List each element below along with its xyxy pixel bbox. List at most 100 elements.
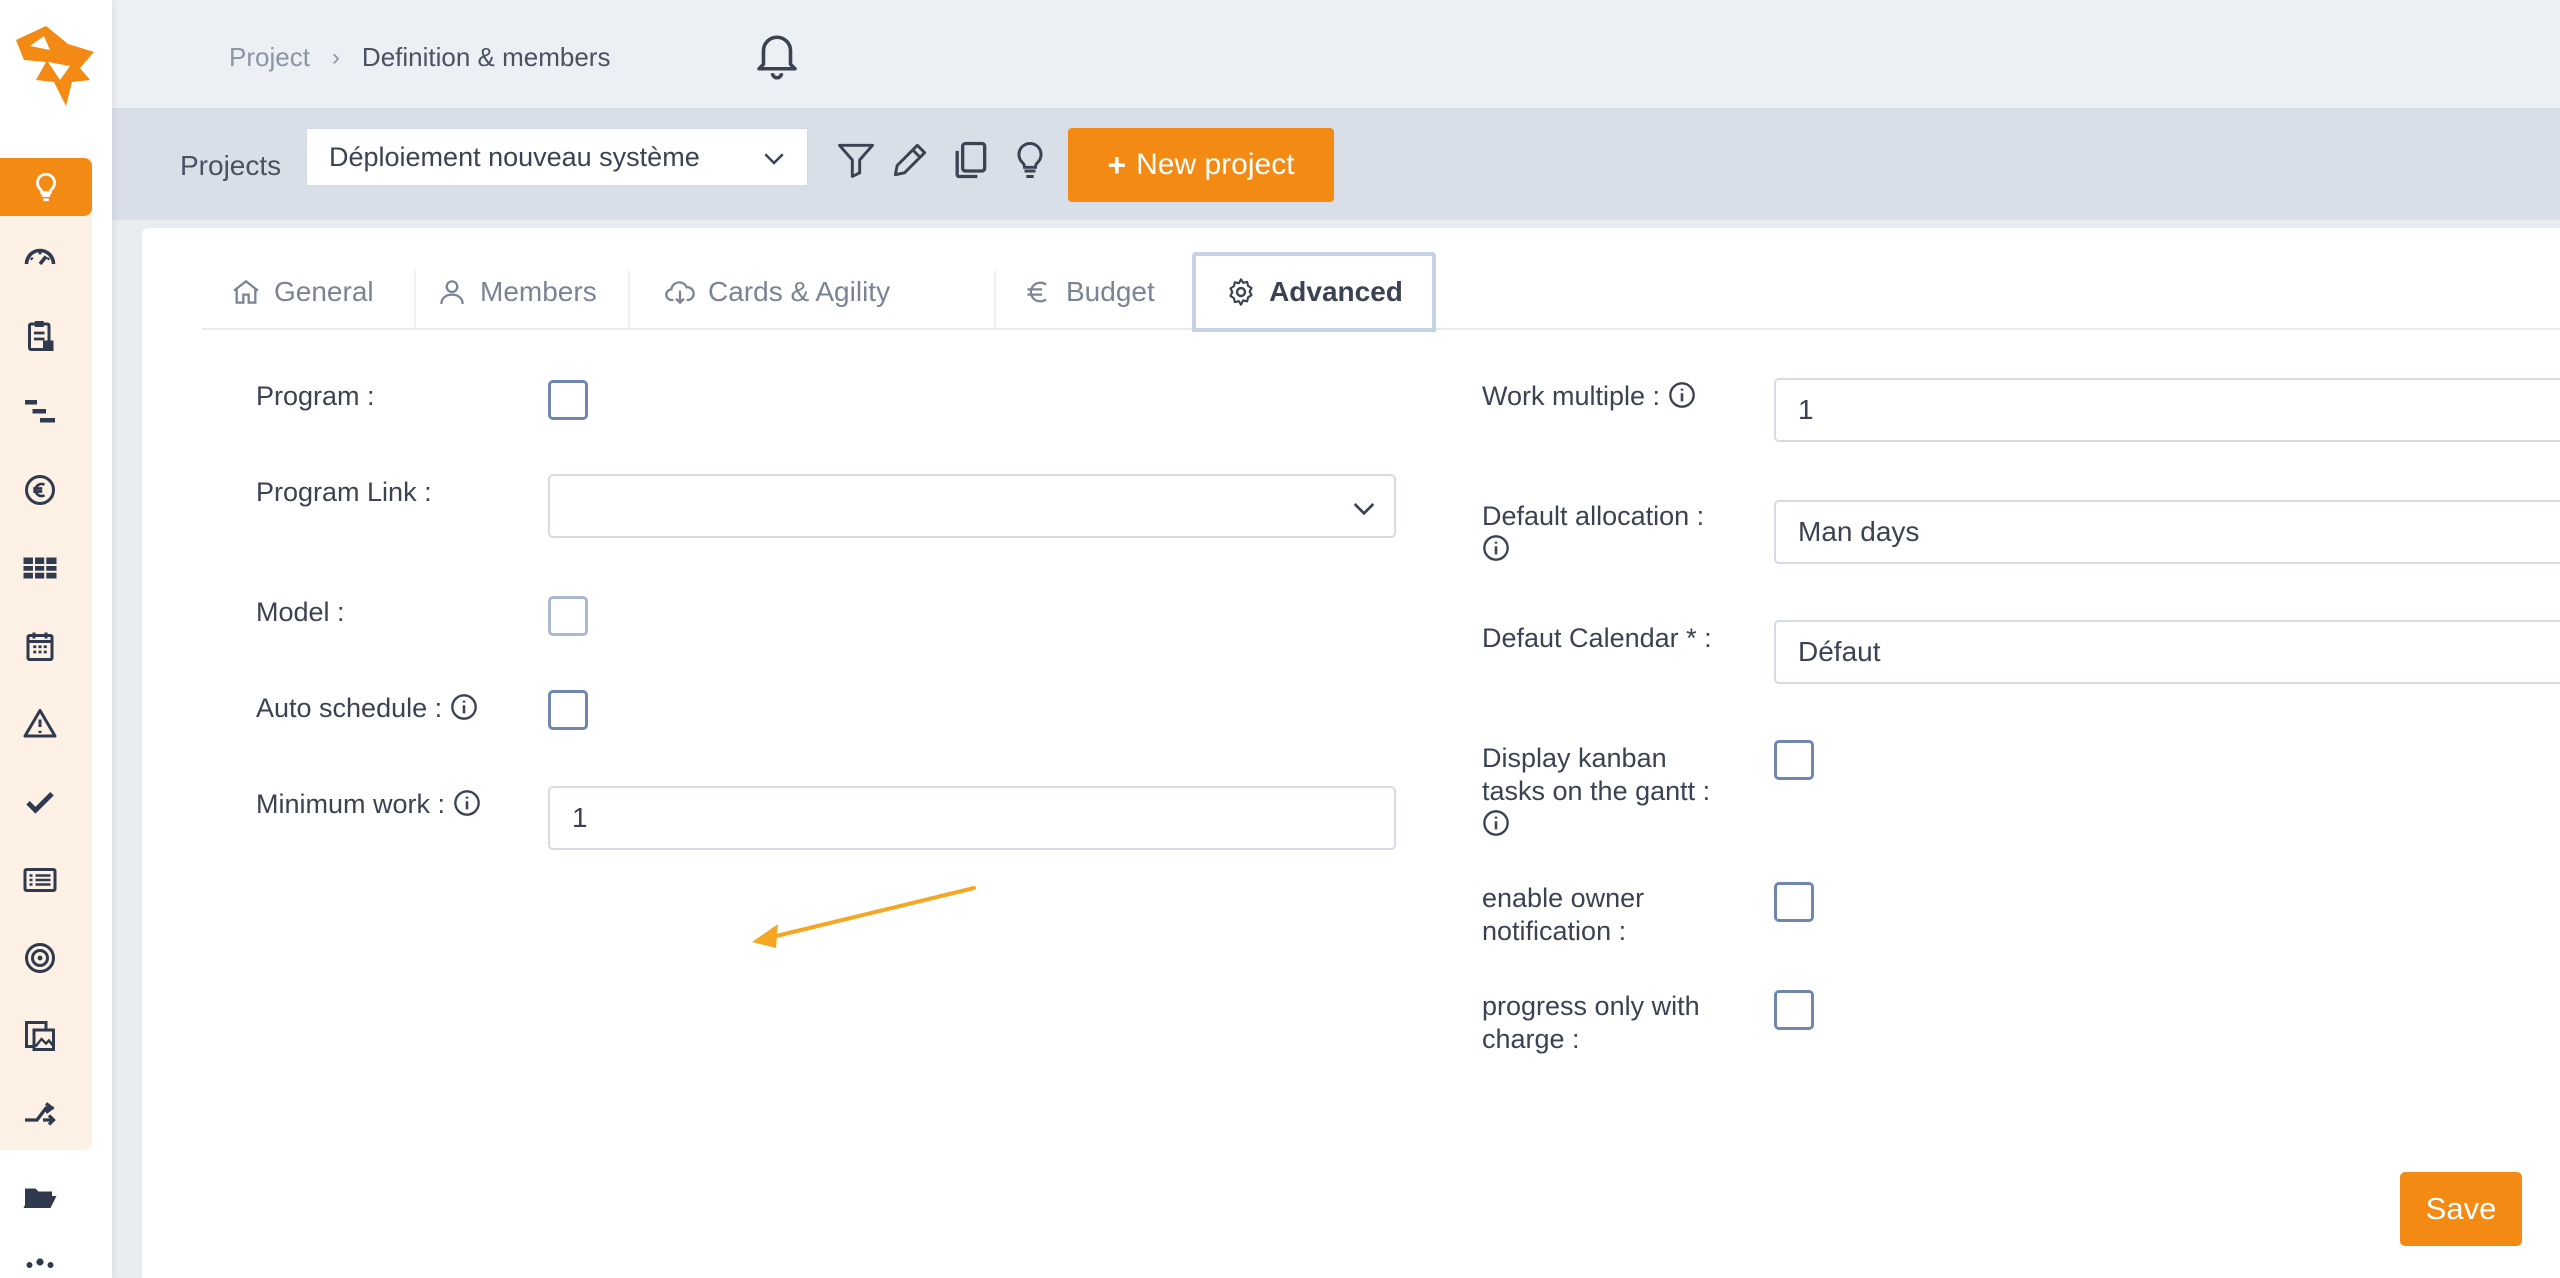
info-icon[interactable] xyxy=(453,789,481,817)
sidebar-item-documents[interactable] xyxy=(0,1006,80,1066)
minimum-work-label: Minimum work : xyxy=(256,788,481,821)
tab-bar: General Members Cards & Agility Budget A… xyxy=(202,228,2560,332)
tab-advanced-label: Advanced xyxy=(1269,276,1403,307)
sidebar-item-dashboard[interactable] xyxy=(0,228,80,288)
minimum-work-value: 1 xyxy=(572,802,588,833)
breadcrumb-project-link[interactable]: Project xyxy=(229,42,310,73)
info-icon[interactable] xyxy=(1482,809,1510,837)
model-checkbox[interactable] xyxy=(548,596,588,636)
top-bar: Project › Definition & members xyxy=(112,0,2560,108)
minimum-work-label-text: Minimum work : xyxy=(256,789,446,819)
save-button-label: Save xyxy=(2425,1191,2497,1226)
auto-schedule-checkbox[interactable] xyxy=(548,690,588,730)
gauge-icon xyxy=(24,248,56,266)
owner-notification-label: enable owner notification : xyxy=(1482,882,1644,948)
table-icon xyxy=(23,557,57,579)
default-allocation-label-text: Default allocation : xyxy=(1482,501,1705,531)
home-icon xyxy=(233,279,259,304)
sidebar-item-table[interactable] xyxy=(0,538,80,598)
program-link-label: Program Link : xyxy=(256,477,432,507)
info-icon[interactable] xyxy=(1482,534,1510,562)
default-calendar-input[interactable]: Défaut xyxy=(1774,620,2560,684)
work-multiple-label: Work multiple : xyxy=(1482,380,1696,413)
default-allocation-label: Default allocation : xyxy=(1482,500,1704,566)
tab-budget[interactable]: Budget xyxy=(1002,256,1175,328)
sidebar-item-finance[interactable] xyxy=(0,460,80,520)
save-button[interactable]: Save xyxy=(2400,1172,2522,1246)
display-kanban-label-line2: tasks on the gantt : xyxy=(1482,776,1711,806)
bell-icon[interactable] xyxy=(748,26,806,80)
projects-label: Projects xyxy=(180,150,282,181)
euro-circle-icon xyxy=(25,475,55,505)
display-kanban-checkbox[interactable] xyxy=(1774,740,1814,780)
default-calendar-value: Défaut xyxy=(1798,636,1881,667)
sidebar-item-workflow[interactable] xyxy=(0,1084,80,1144)
info-icon[interactable] xyxy=(1668,381,1696,409)
sidebar-item-calendar[interactable] xyxy=(0,616,80,676)
work-multiple-label-text: Work multiple : xyxy=(1482,381,1661,411)
project-select[interactable]: Déploiement nouveau système xyxy=(306,128,808,186)
info-icon[interactable] xyxy=(450,693,478,721)
owner-notification-checkbox[interactable] xyxy=(1774,882,1814,922)
sidebar-item-team[interactable] xyxy=(0,1238,80,1278)
folder-open-icon xyxy=(23,1188,57,1208)
sidebar-item-risks[interactable] xyxy=(0,694,80,754)
sidebar-item-projects[interactable] xyxy=(0,158,92,216)
minimum-work-input[interactable]: 1 xyxy=(548,786,1396,850)
tab-divider xyxy=(628,270,630,328)
tab-members[interactable]: Members xyxy=(416,256,617,328)
sidebar-item-gantt[interactable] xyxy=(0,382,80,442)
team-icon xyxy=(26,1258,54,1268)
lightbulb-icon[interactable] xyxy=(1008,138,1052,182)
chevron-down-icon xyxy=(764,153,784,165)
sidebar xyxy=(0,0,112,1278)
warning-icon xyxy=(23,709,57,738)
auto-schedule-label-text: Auto schedule : xyxy=(256,693,443,723)
tab-cards-agility[interactable]: Cards & Agility xyxy=(644,256,910,328)
program-label: Program : xyxy=(256,381,375,411)
gantt-icon xyxy=(25,400,55,423)
program-checkbox[interactable] xyxy=(548,380,588,420)
owner-notification-label-line2: notification : xyxy=(1482,916,1627,946)
list-card-icon xyxy=(23,868,57,892)
lightbulb-icon xyxy=(36,172,56,202)
target-icon xyxy=(25,943,55,973)
annotation-arrow-icon xyxy=(752,886,976,948)
main-panel: General Members Cards & Agility Budget A… xyxy=(142,228,2560,1278)
sidebar-item-clipboard[interactable] xyxy=(0,306,80,366)
images-icon xyxy=(25,1021,55,1051)
tab-divider xyxy=(994,270,996,328)
tab-cards-agility-label: Cards & Agility xyxy=(708,276,891,307)
tab-budget-label: Budget xyxy=(1066,276,1155,307)
new-project-button[interactable]: + New project xyxy=(1068,128,1334,202)
pencil-icon[interactable] xyxy=(888,138,932,182)
tab-general-label: General xyxy=(274,276,374,307)
new-project-label: New project xyxy=(1136,148,1295,181)
gear-icon xyxy=(1229,278,1253,306)
project-select-value: Déploiement nouveau système xyxy=(329,141,700,172)
sidebar-item-tasks[interactable] xyxy=(0,772,80,832)
breadcrumb-current: Definition & members xyxy=(361,42,611,72)
sidebar-item-objectives[interactable] xyxy=(0,928,80,988)
model-label: Model : xyxy=(256,597,345,627)
clipboard-icon xyxy=(28,321,54,351)
user-icon xyxy=(440,280,464,305)
tab-advanced[interactable]: Advanced xyxy=(1192,252,1436,332)
sidebar-item-list[interactable] xyxy=(0,850,80,910)
sidebar-item-folders[interactable] xyxy=(0,1166,80,1226)
tab-general[interactable]: General xyxy=(210,256,394,328)
progress-charge-label: progress only with charge : xyxy=(1482,990,1700,1056)
progress-charge-checkbox[interactable] xyxy=(1774,990,1814,1030)
default-calendar-label: Defaut Calendar * : xyxy=(1482,623,1712,653)
display-kanban-label-line1: Display kanban xyxy=(1482,743,1667,773)
work-multiple-input[interactable]: 1 xyxy=(1774,378,2560,442)
filter-icon[interactable] xyxy=(834,138,878,182)
auto-schedule-label: Auto schedule : xyxy=(256,692,478,725)
program-link-select[interactable] xyxy=(548,474,1396,538)
progress-charge-label-line1: progress only with xyxy=(1482,991,1700,1021)
default-allocation-input[interactable]: Man days xyxy=(1774,500,2560,564)
cloud-download-icon xyxy=(665,281,695,305)
copy-icon[interactable] xyxy=(948,138,992,182)
euro-icon xyxy=(1027,281,1047,303)
tab-members-label: Members xyxy=(480,276,597,307)
